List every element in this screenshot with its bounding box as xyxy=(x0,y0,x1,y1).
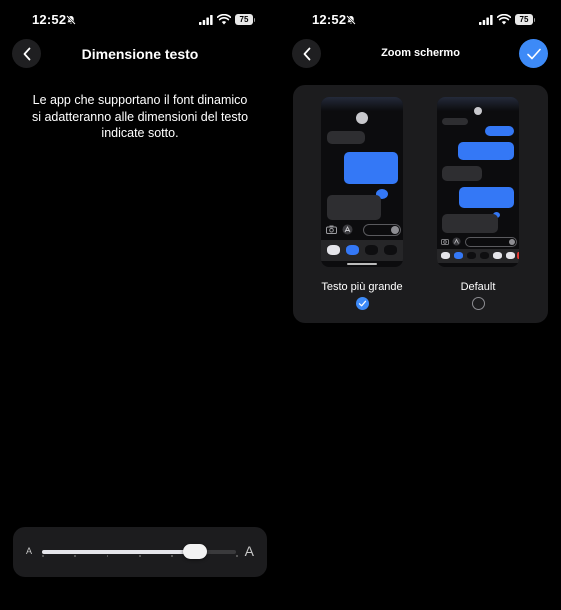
preview-bubble-received xyxy=(327,131,365,144)
avatar-icon xyxy=(474,107,482,115)
preview-bubble-sent xyxy=(458,142,514,160)
status-time: 12:52 xyxy=(312,12,347,27)
slider-tick xyxy=(74,555,76,557)
screenshot-root: 12:52 75 Dimensione testo Le app che sup… xyxy=(0,0,561,610)
zoom-options-card: Testo più grande Default xyxy=(293,85,548,323)
larger-text-preview[interactable] xyxy=(321,97,403,267)
app-store-icon xyxy=(452,237,461,246)
status-time: 12:52 xyxy=(32,12,67,27)
microphone-icon xyxy=(509,239,515,245)
status-bar: 12:52 75 xyxy=(280,12,561,30)
checkmark-icon xyxy=(358,300,367,307)
text-size-screen: 12:52 75 Dimensione testo Le app che sup… xyxy=(0,0,280,610)
tray-app-icon xyxy=(346,245,359,255)
battery-indicator: 75 xyxy=(515,14,535,25)
preview-bubble-sent xyxy=(485,126,514,136)
bell-slash-icon xyxy=(346,15,356,25)
tray-app-icon xyxy=(365,245,378,255)
option-label-default: Default xyxy=(460,281,496,293)
text-size-slider-card: A A xyxy=(13,527,267,577)
microphone-icon xyxy=(391,226,399,234)
wifi-icon xyxy=(497,14,511,25)
slider-tick xyxy=(171,555,173,557)
tray-app-icon xyxy=(441,252,450,259)
checkmark-icon xyxy=(526,48,541,59)
default-radio[interactable] xyxy=(472,297,485,310)
slider-fill xyxy=(42,550,196,554)
tray-app-icon xyxy=(384,245,397,255)
slider-thumb[interactable] xyxy=(183,544,208,559)
option-label-larger-text: Testo più grande xyxy=(321,281,403,293)
large-text-label: A xyxy=(244,543,254,559)
avatar-icon xyxy=(356,112,368,124)
preview-bubble-sent xyxy=(459,187,514,208)
page-title: Dimensione testo xyxy=(81,46,199,62)
status-bar: 12:52 75 xyxy=(0,12,280,30)
preview-bubble-received xyxy=(442,166,482,181)
larger-text-radio[interactable] xyxy=(356,297,369,310)
tray-app-icon xyxy=(517,252,519,259)
tray-app-icon xyxy=(506,252,515,259)
message-input xyxy=(363,224,401,236)
slider-tick xyxy=(106,555,109,557)
tray-app-icon xyxy=(467,252,476,259)
wifi-icon xyxy=(217,14,231,25)
display-zoom-screen: 12:52 75 Zoom schermo Testo più grande D… xyxy=(280,0,561,610)
tray-app-icon xyxy=(454,252,463,259)
slider-ticks xyxy=(42,555,238,558)
preview-header xyxy=(321,97,403,111)
preview-bubble-received xyxy=(442,118,468,125)
app-tray xyxy=(437,249,519,263)
app-tray xyxy=(321,240,403,261)
slider-tick xyxy=(139,555,141,557)
slider-tick xyxy=(42,555,44,557)
camera-icon xyxy=(326,225,337,234)
preview-bubble-sent xyxy=(344,152,398,184)
slider-tick xyxy=(236,555,238,557)
confirm-button[interactable] xyxy=(519,39,548,68)
preview-bubble-received xyxy=(442,214,498,233)
default-preview[interactable] xyxy=(437,97,519,267)
camera-icon xyxy=(441,239,449,245)
small-text-label: A xyxy=(26,546,33,556)
bell-slash-icon xyxy=(66,15,76,25)
app-store-icon xyxy=(342,224,353,235)
cellular-signal-icon xyxy=(199,15,213,25)
description-text: Le app che supportano il font dinamico s… xyxy=(31,93,249,140)
battery-indicator: 75 xyxy=(235,14,255,25)
tray-app-icon xyxy=(493,252,502,259)
cellular-signal-icon xyxy=(479,15,493,25)
message-input xyxy=(465,237,517,247)
preview-bubble-received xyxy=(327,195,381,220)
tray-app-icon xyxy=(480,252,489,259)
home-indicator xyxy=(347,263,377,265)
tray-app-icon xyxy=(327,245,340,255)
